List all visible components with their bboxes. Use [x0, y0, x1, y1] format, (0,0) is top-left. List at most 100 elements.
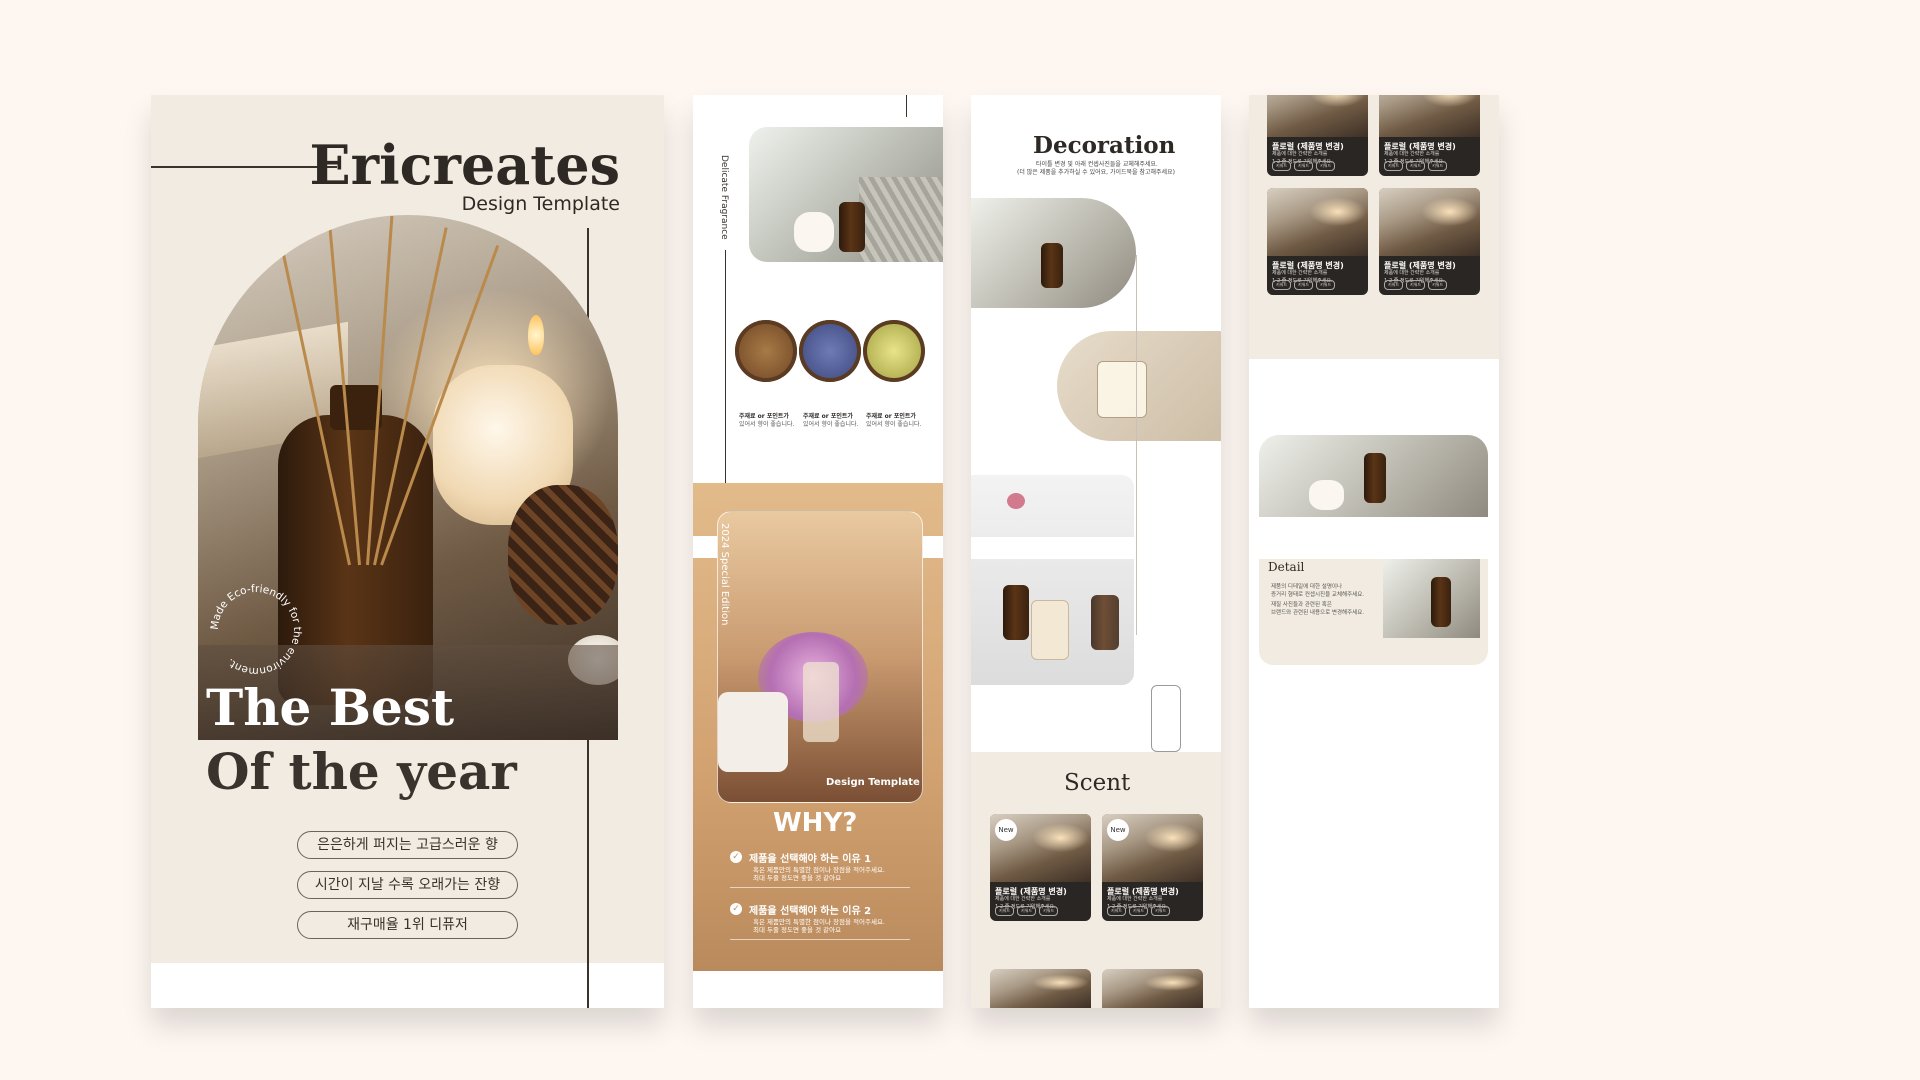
- decoration-title: Decoration: [1033, 132, 1176, 159]
- brand-title: Ericreates: [309, 133, 621, 197]
- why-towel: [718, 692, 788, 772]
- ingredient-bowl: [735, 320, 797, 382]
- deco-bottle: [1003, 585, 1029, 640]
- card-photo: [1267, 188, 1368, 257]
- card-tag: 키워드: [1406, 280, 1426, 290]
- card-photo: [1379, 95, 1480, 138]
- deco-connector-line: [1136, 255, 1137, 635]
- card-tag: 키워드: [1384, 280, 1404, 290]
- card-tag: 키워드: [1107, 906, 1127, 916]
- col4-gap-strip: [1249, 541, 1499, 559]
- photo-caption: Design Template: [826, 777, 920, 788]
- card-tag: 키워드: [1316, 280, 1336, 290]
- card-photo-partial: [1102, 969, 1203, 1008]
- card-desc: 제품에 대한 간략한 소개를: [1384, 270, 1440, 277]
- wide-photo: [1259, 435, 1488, 517]
- card-tag: 키워드: [1294, 161, 1314, 171]
- deco-bottle: [1091, 595, 1119, 650]
- card-photo: [1379, 188, 1480, 257]
- detail-panel: 플로럴 (제품명 변경) 제품에 대한 간략한 소개를 1-2 줄 정도로 기입…: [1249, 95, 1499, 1008]
- feature-pill: 은은하게 퍼지는 고급스러운 향: [297, 831, 518, 859]
- deco-white-bottle: [1031, 600, 1069, 660]
- card-tag: 키워드: [1294, 280, 1314, 290]
- why-section: 2024 Special Edition Design Template WHY…: [693, 483, 943, 971]
- product-card: 플로럴 (제품명 변경) 제품에 대한 간략한 소개를 1-2 줄 정도로 기입…: [1379, 95, 1480, 176]
- decoration-panel: Decoration 타이틀 변경 및 아래 컨셉사진들을 교체해주세요. (더…: [971, 95, 1221, 1008]
- reason-title: 제품을 선택해야 하는 이유 2: [749, 906, 872, 917]
- decoration-desc: (더 많은 제품을 추가하실 수 있어요, 가이드북을 참고해주세요): [1017, 169, 1175, 176]
- sketch-vase: [1151, 685, 1181, 752]
- svg-text:Made Eco-friendly for the envi: Made Eco-friendly for the environment.: [209, 583, 303, 677]
- reason-title: 제품을 선택해야 하는 이유 1: [749, 854, 872, 865]
- deco-photo-1: [971, 198, 1136, 308]
- detail-desc: 증거리 형태로 컨셉시진을 교체해주세요.: [1271, 592, 1365, 598]
- headline-line1: The Best: [206, 678, 455, 737]
- deco-photo-2: [1057, 331, 1221, 441]
- ingredient-bowl: [863, 320, 925, 382]
- card-tag: 키워드: [1428, 161, 1448, 171]
- reason-divider: [730, 939, 910, 940]
- hero-flame: [528, 315, 544, 355]
- ingredient-desc: 있어서 향이 좋습니다.: [739, 421, 795, 428]
- reason-divider: [730, 887, 910, 888]
- card-tag: 키워드: [1129, 906, 1149, 916]
- scent-title: Scent: [1064, 770, 1131, 796]
- card-tag: 키워드: [1017, 906, 1037, 916]
- reason-desc: 최대 두줄 정도면 좋을 것 같아요: [753, 874, 842, 882]
- ingredient-bowl: [799, 320, 861, 382]
- why-bottle: [803, 662, 839, 742]
- towel-photo: [749, 127, 943, 262]
- card-tag: 키워드: [1428, 280, 1448, 290]
- feature-pill: 재구매율 1위 디퓨저: [297, 911, 518, 939]
- eco-circle-label: Made Eco-friendly for the environment.: [209, 583, 303, 677]
- detail-photo: [1383, 559, 1480, 638]
- wide-candle: [1309, 480, 1344, 510]
- towel-knit: [859, 177, 943, 262]
- col2-bottom-strip: [693, 971, 943, 1008]
- towel-candle: [794, 212, 834, 252]
- ingredient-desc: 있어서 향이 좋습니다.: [803, 421, 859, 428]
- card-tag: 키워드: [1272, 161, 1292, 171]
- product-card: 플로럴 (제품명 변경) 제품에 대한 간략한 소개를 1-2 줄 정도로 기입…: [1267, 188, 1368, 295]
- edition-label: 2024 Special Edition: [719, 523, 730, 626]
- reason-desc: 최대 두줄 정도면 좋을 것 같아요: [753, 926, 842, 934]
- product-card: 플로럴 (제품명 변경) 제품에 대한 간략한 소개를 1-2 줄 정도로 기입…: [1267, 95, 1368, 176]
- deco-gap-strip: [971, 537, 1134, 559]
- card-tag: 키워드: [1384, 161, 1404, 171]
- product-card: 플로럴 (제품명 변경) 제품에 대한 간략한 소개를 1-2 줄 정도로 기입…: [1379, 188, 1480, 295]
- card-tag: 키워드: [1406, 161, 1426, 171]
- product-card: New 플로럴 (제품명 변경) 제품에 대한 간략한 소개를 1-2 줄 정도…: [990, 814, 1091, 921]
- detail-desc: 브랜드와 관련된 내용으로 변경해주세요.: [1271, 610, 1365, 616]
- detail-desc: 제품의 디테일에 대한 설명이나: [1271, 584, 1343, 590]
- deco-flower: [1007, 493, 1025, 509]
- eco-circle-text: Made Eco-friendly for the environment.: [209, 583, 303, 677]
- cover-panel: Ericreates Design Template Made Eco-frie…: [151, 95, 664, 1008]
- card-desc: 제품에 대한 간략한 소개를: [1272, 270, 1328, 277]
- card-tag: 키워드: [995, 906, 1015, 916]
- product-card: New 플로럴 (제품명 변경) 제품에 대한 간략한 소개를 1-2 줄 정도…: [1102, 814, 1203, 921]
- card-tag: 키워드: [1272, 280, 1292, 290]
- card-tag: 키워드: [1151, 906, 1171, 916]
- ingredient-desc: 있어서 향이 좋습니다.: [866, 421, 922, 428]
- detail-bottle: [1431, 577, 1451, 627]
- card-tag: 키워드: [1316, 161, 1336, 171]
- feature-pill: 시간이 지날 수록 오래가는 잔향: [297, 871, 518, 899]
- card-desc: 제품에 대한 간략한 소개를: [1384, 151, 1440, 158]
- vertical-label: Delicate Fragrance: [719, 155, 729, 240]
- new-badge: New: [1107, 819, 1129, 841]
- card-desc: 제품에 대한 간략한 소개를: [995, 896, 1051, 903]
- deco-bottle: [1041, 243, 1063, 288]
- check-icon: ✓: [730, 903, 742, 915]
- deco-glass-bottle: [1097, 361, 1147, 418]
- brand-subtitle: Design Template: [461, 193, 620, 215]
- hero-pinecone: [508, 485, 618, 625]
- headline-line2: Of the year: [206, 742, 517, 801]
- wide-bottle: [1364, 453, 1386, 503]
- card-desc: 제품에 대한 간략한 소개를: [1272, 151, 1328, 158]
- card-photo: [1267, 95, 1368, 138]
- deco-photo-3: [971, 475, 1134, 685]
- detail-title: Detail: [1268, 560, 1305, 574]
- hero-bottle-neck: [330, 385, 382, 430]
- why-title: WHY?: [773, 808, 858, 838]
- card-tag: 키워드: [1039, 906, 1059, 916]
